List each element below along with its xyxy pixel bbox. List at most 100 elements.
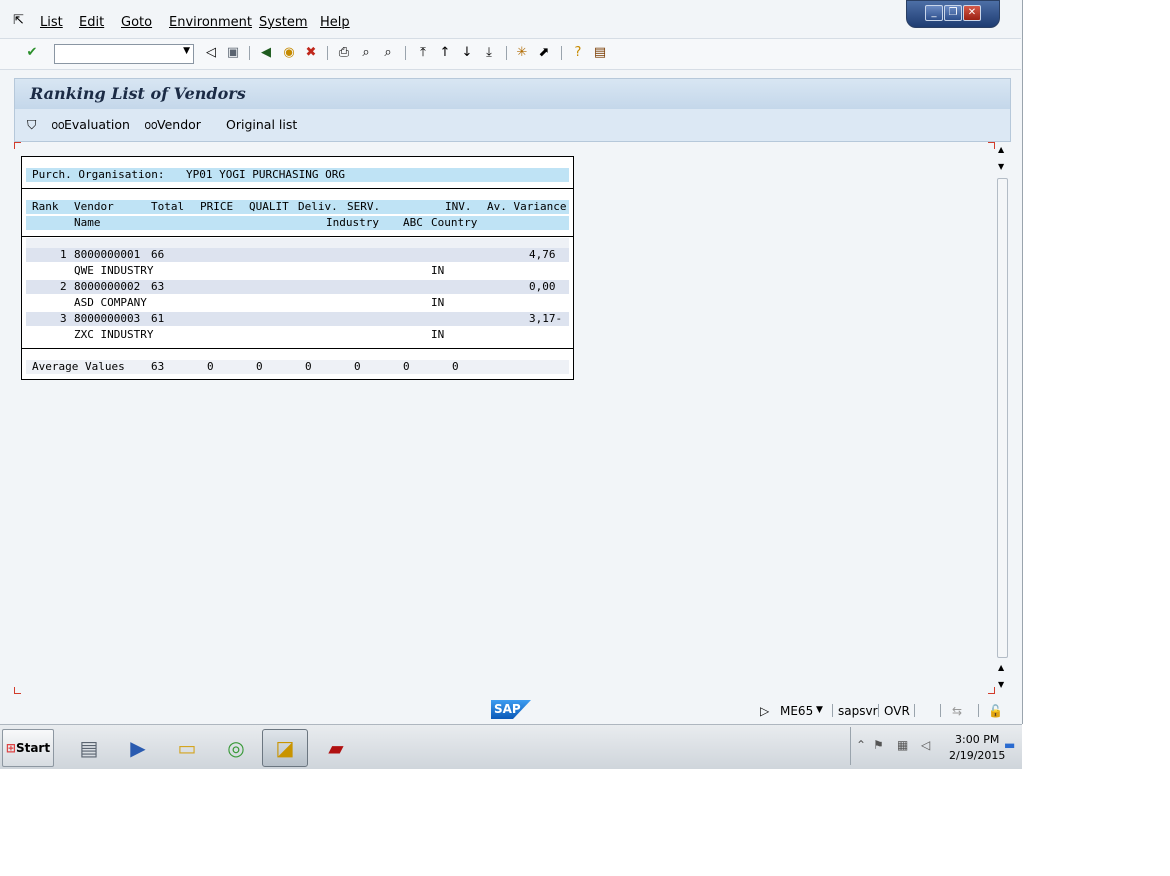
clock-time[interactable]: 3:00 PM bbox=[955, 733, 999, 746]
status-separator bbox=[878, 704, 879, 717]
command-field[interactable]: ▼ bbox=[54, 44, 194, 64]
average-price: 0 bbox=[207, 360, 214, 373]
vendor-label: Vendor bbox=[157, 117, 201, 132]
page-title: Ranking List of Vendors bbox=[30, 84, 246, 103]
first-page-icon[interactable]: ⤒ bbox=[415, 45, 431, 61]
vendor-button[interactable]: ൦൦Vendor bbox=[144, 117, 201, 133]
windows-icon: ⊞ bbox=[5, 741, 16, 755]
cancel-icon[interactable]: ✖ bbox=[303, 45, 319, 61]
network-icon[interactable]: ▦ bbox=[897, 738, 908, 752]
explorer-icon[interactable]: ▭ bbox=[164, 729, 210, 767]
restore-button[interactable]: ❐ bbox=[944, 5, 962, 21]
menu-list[interactable]: List bbox=[40, 15, 63, 30]
lock-icon[interactable]: 🔓 bbox=[988, 704, 1003, 718]
status-bar: SAP ▷ ME65 ▼ sapsvr OVR ⇆ 🔓 bbox=[0, 696, 1021, 724]
status-separator bbox=[978, 704, 979, 717]
connection-icon: ⇆ bbox=[952, 704, 963, 718]
previous-page-icon[interactable]: ↑ bbox=[437, 45, 453, 61]
toolbar-separator bbox=[561, 46, 562, 60]
col-name: Name bbox=[74, 216, 101, 229]
green-back-icon[interactable]: ◀ bbox=[258, 45, 274, 61]
status-expand-icon[interactable]: ▷ bbox=[760, 704, 769, 718]
average-delivery: 0 bbox=[305, 360, 312, 373]
col-industry: Industry bbox=[326, 216, 379, 229]
divider bbox=[22, 348, 573, 349]
save-icon[interactable]: ▣ bbox=[225, 45, 241, 61]
taskbar: ⊞Start ▤ ▶ ▭ ◎ ◪ ▰ ⌃ ⚑ ▦ ◁ 3:00 PM 2/19/… bbox=[0, 724, 1022, 769]
layout-icon[interactable]: ▤ bbox=[592, 45, 608, 61]
start-button[interactable]: ⊞Start bbox=[2, 729, 54, 767]
name-cell: QWE INDUSTRY bbox=[74, 264, 154, 277]
close-button[interactable]: ✕ bbox=[963, 5, 981, 21]
menu-help[interactable]: Help bbox=[320, 15, 350, 30]
average-label: Average Values bbox=[32, 360, 125, 373]
show-hidden-icons-icon[interactable]: ⌃ bbox=[856, 738, 866, 752]
sap-logo: SAP bbox=[491, 700, 531, 719]
last-page-icon[interactable]: ⤓ bbox=[481, 45, 497, 61]
average-quality: 0 bbox=[256, 360, 263, 373]
glasses-icon: ൦൦ bbox=[144, 117, 158, 132]
insert-mode[interactable]: OVR bbox=[884, 704, 910, 718]
corner-mark bbox=[14, 687, 21, 694]
average-total: 63 bbox=[151, 360, 165, 373]
next-page-icon[interactable]: ↓ bbox=[459, 45, 475, 61]
menu-environment[interactable]: Environment bbox=[169, 15, 252, 30]
vertical-scrollbar[interactable]: ▲ ▼ ▲ ▼ bbox=[995, 142, 1009, 694]
evaluation-label: Evaluation bbox=[64, 117, 130, 132]
help-icon[interactable]: ? bbox=[570, 45, 586, 61]
start-label: Start bbox=[15, 741, 51, 755]
chevron-down-icon[interactable]: ▼ bbox=[183, 46, 190, 56]
menu-edit[interactable]: Edit bbox=[79, 15, 104, 30]
print-icon[interactable]: ⎙ bbox=[336, 45, 352, 61]
menu-icon[interactable]: ⇱ bbox=[13, 13, 24, 28]
vendor-cell[interactable]: 8000000001 bbox=[74, 248, 140, 262]
server-manager-icon[interactable]: ▤ bbox=[66, 729, 112, 767]
menu-goto[interactable]: Goto bbox=[121, 15, 152, 30]
powershell-icon[interactable]: ▶ bbox=[115, 729, 161, 767]
find-next-icon[interactable]: ⌕ bbox=[380, 45, 396, 61]
exit-icon[interactable]: ◉ bbox=[281, 45, 297, 61]
scroll-up-icon[interactable]: ▲ bbox=[998, 663, 1004, 672]
vendor-cell[interactable]: 8000000003 bbox=[74, 312, 140, 326]
filter-icon[interactable]: ⛉ bbox=[27, 117, 36, 133]
rank-cell: 3 bbox=[60, 312, 67, 325]
shortcut-icon[interactable]: ⬈ bbox=[536, 45, 552, 61]
evaluation-button[interactable]: ൦൦Evaluation bbox=[51, 117, 130, 133]
scroll-up-icon[interactable]: ▲ bbox=[998, 145, 1004, 154]
find-icon[interactable]: ⌕ bbox=[358, 45, 374, 61]
rank-cell: 2 bbox=[60, 280, 67, 293]
chevron-down-icon[interactable]: ▼ bbox=[816, 705, 823, 715]
variance-cell: 4,76 bbox=[529, 248, 556, 261]
volume-icon[interactable]: ◁ bbox=[921, 738, 930, 752]
col-variance: Av. Variance bbox=[487, 200, 567, 213]
divider bbox=[22, 236, 573, 237]
enter-icon[interactable]: ✔ bbox=[24, 45, 40, 61]
scroll-down-icon[interactable]: ▼ bbox=[998, 680, 1004, 689]
transaction-code: ME65 bbox=[780, 704, 814, 718]
toolbar-separator bbox=[405, 46, 406, 60]
country-cell: IN bbox=[431, 264, 445, 277]
chrome-icon[interactable]: ◎ bbox=[213, 729, 259, 767]
acrobat-icon[interactable]: ▰ bbox=[313, 729, 359, 767]
minimize-button[interactable]: _ bbox=[925, 5, 943, 21]
col-quality: QUALIT bbox=[249, 200, 289, 213]
status-separator bbox=[940, 704, 941, 717]
title-bar: Ranking List of Vendors bbox=[14, 78, 1011, 110]
corner-mark bbox=[14, 142, 21, 149]
toolbar-separator bbox=[506, 46, 507, 60]
back-icon[interactable]: ◁ bbox=[203, 45, 219, 61]
glasses-icon: ൦൦ bbox=[51, 117, 65, 132]
new-session-icon[interactable]: ✳ bbox=[514, 45, 530, 61]
status-separator bbox=[832, 704, 833, 717]
original-list-button[interactable]: Original list bbox=[226, 117, 297, 132]
show-desktop-icon[interactable]: ▬ bbox=[1004, 738, 1015, 752]
sap-logon-icon[interactable]: ◪ bbox=[262, 729, 308, 767]
col-rank: Rank bbox=[32, 200, 59, 213]
clock-date[interactable]: 2/19/2015 bbox=[949, 749, 1005, 762]
total-cell: 66 bbox=[151, 248, 165, 261]
scroll-thumb[interactable] bbox=[997, 178, 1008, 658]
vendor-cell[interactable]: 8000000002 bbox=[74, 280, 140, 294]
scroll-down-icon[interactable]: ▼ bbox=[998, 162, 1004, 171]
flag-icon[interactable]: ⚑ bbox=[873, 738, 884, 752]
menu-system[interactable]: System bbox=[259, 15, 307, 30]
